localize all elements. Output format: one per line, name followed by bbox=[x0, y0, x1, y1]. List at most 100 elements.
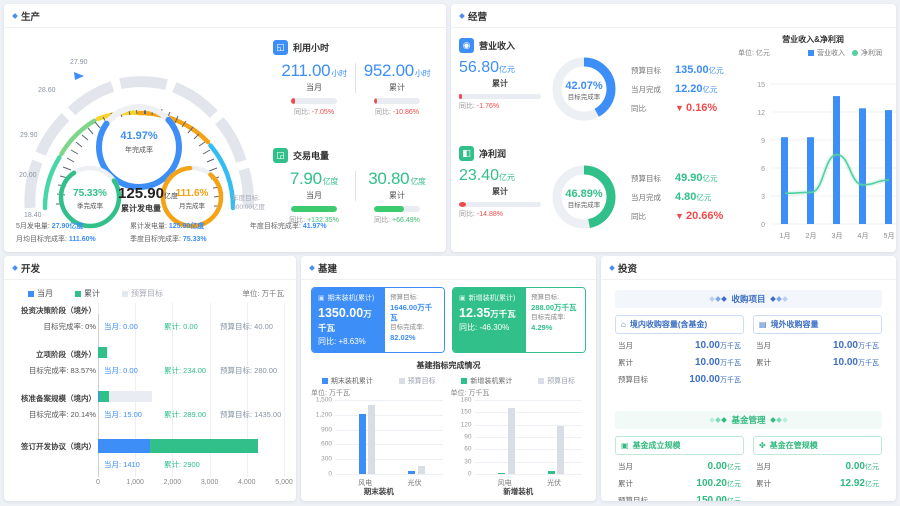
legend-item: 预算目标 bbox=[122, 288, 163, 299]
business-metrics: ◉ 营业收入 56.80亿元 累计 同比: -1.76% bbox=[459, 32, 734, 248]
grid-icon: ▣ bbox=[459, 294, 466, 302]
grid-icon: ▣ bbox=[318, 294, 325, 302]
infrastructure-body: ▣期末装机(累计) 1350.00万千瓦 同比: +8.63% 预算目标: 16… bbox=[301, 280, 596, 501]
kpi-month-unit: 小时 bbox=[331, 69, 346, 78]
row-target: 预算目标: 280.00 bbox=[220, 365, 277, 376]
kpi-total-unit: 亿度 bbox=[410, 177, 425, 186]
table-row: 累计12.92亿元 bbox=[753, 478, 882, 489]
gauge-center-unit: 亿度 bbox=[164, 191, 178, 200]
chart-installed-capacity: 单位: 万千瓦 1,500 1,200 900 600 300 0 bbox=[309, 388, 449, 496]
row-bars bbox=[98, 347, 284, 358]
kpi-total-yoy: 同比: -10.86% bbox=[362, 107, 432, 117]
kpi-total-value: 30.80 bbox=[368, 169, 409, 188]
card-head: ▣基金成立规模 bbox=[615, 436, 744, 455]
table-row: 累计100.20亿元 bbox=[615, 478, 744, 489]
row-bars bbox=[98, 391, 284, 402]
revenue-donut-pct: 42.07% bbox=[565, 80, 603, 92]
investment-title: 投资 bbox=[618, 261, 637, 275]
card-development: 开发 当月 累计 预算目标 单位: 万千瓦 bbox=[4, 256, 296, 501]
revenue-donut-label: 目标完成率 bbox=[568, 92, 601, 101]
revenue-total-value: 56.80 bbox=[459, 59, 499, 76]
legend-item: 当月 bbox=[28, 288, 53, 299]
diamond-icon bbox=[771, 297, 787, 301]
kpi-total-value: 952.00 bbox=[364, 61, 414, 80]
kpi-month-bar bbox=[291, 98, 337, 104]
development-header: 开发 bbox=[4, 256, 296, 280]
investment-body: 收购项目 ⌂境内收购容量(含基金) 当月10.00万千瓦 累计10.00万千瓦 … bbox=[601, 280, 896, 501]
card-value: 12.35 bbox=[459, 306, 490, 320]
gauge-month-rate-label: 月完成率 bbox=[179, 201, 206, 210]
svg-text:4月: 4月 bbox=[858, 232, 869, 240]
kpi-month-label: 当月 bbox=[279, 190, 349, 201]
kpi-month: 211.00小时 当月 同比: -7.05% bbox=[273, 61, 355, 117]
card-head: ▤境外收购容量 bbox=[753, 315, 882, 334]
row-rate: 目标完成率: 20.14% bbox=[12, 409, 96, 420]
svg-text:3月: 3月 bbox=[832, 232, 843, 240]
row-target: 预算目标: 40.00 bbox=[220, 321, 273, 332]
diamond-icon bbox=[771, 418, 787, 422]
revenue-donut: 42.07% 目标完成率 bbox=[541, 38, 627, 140]
diamond-icon bbox=[710, 297, 726, 301]
legend-item: 期末装机累计 bbox=[322, 376, 373, 386]
row-month: 当月: 0.00 bbox=[104, 365, 138, 376]
table-row: 同比▼ 0.16% bbox=[631, 102, 734, 114]
kpi-month-label: 当月 bbox=[279, 82, 349, 93]
revenue-yoy: 同比: -1.76% bbox=[459, 101, 541, 111]
revenue-profit-chart-svg: 15129 630 bbox=[736, 54, 896, 252]
gauge-center-label: 累计发电量 bbox=[121, 203, 161, 213]
row-name: 签订开发协议（境内） bbox=[12, 441, 96, 452]
gauge-svg: 27.90 28.60 29.90 20.00 18.40 41.97% 年完成… bbox=[12, 32, 267, 232]
svg-text:1月: 1月 bbox=[780, 232, 791, 240]
profit-icon: ◧ bbox=[459, 146, 474, 161]
profit-yoy: 同比: -14.88% bbox=[459, 209, 541, 219]
row-bars bbox=[98, 303, 284, 314]
table-row: 累计10.00万千瓦 bbox=[615, 357, 744, 368]
row-name: 投资决策阶段（境外） bbox=[12, 305, 96, 316]
investment-header: 投资 bbox=[601, 256, 896, 280]
kpi-total: 30.80亿度 累计 同比: +66.49% bbox=[356, 169, 438, 225]
card-side: 预算目标: 288.00万千瓦 目标完成率: 4.29% bbox=[526, 288, 585, 352]
card-infrastructure: 基建 ▣期末装机(累计) 1350.00万千瓦 同比: +8.63% 预算目标:… bbox=[301, 256, 596, 501]
revenue-bar bbox=[459, 94, 541, 99]
chart-plot: 1,500 1,200 900 600 300 0 风电 光伏 bbox=[335, 400, 443, 474]
svg-text:12: 12 bbox=[757, 110, 765, 117]
chart-plot: 180 150 120 90 60 30 0 风电 光伏 bbox=[475, 400, 583, 474]
business-block-revenue: ◉ 营业收入 56.80亿元 累计 同比: -1.76% bbox=[459, 32, 734, 140]
production-footnotes: 5月发电量: 27.90亿度 累计发电量: 125.90亿度 年度目标完成率: … bbox=[16, 220, 327, 246]
gauge-month-rate: 111.6% bbox=[176, 188, 209, 199]
infrastructure-charts: 单位: 万千瓦 1,500 1,200 900 600 300 0 bbox=[309, 388, 588, 496]
row-total: 累计: 2900 bbox=[164, 459, 200, 470]
bank-icon: ⌂ bbox=[621, 320, 626, 329]
table-row: 预算目标100.00万千瓦 bbox=[615, 374, 744, 385]
kpi-total-label: 累计 bbox=[362, 190, 432, 201]
chart-caption: 新增装机 bbox=[449, 486, 589, 497]
gauge-center-value: 125.90 bbox=[118, 185, 164, 202]
business-header: 经营 bbox=[451, 4, 896, 28]
svg-text:6: 6 bbox=[761, 166, 765, 173]
revenue-summary: ◉ 营业收入 56.80亿元 累计 同比: -1.76% bbox=[459, 38, 541, 140]
row-total: 累计: 234.00 bbox=[164, 365, 206, 376]
kpi-title: 利用小时 bbox=[293, 41, 329, 54]
kpi-total-unit: 小时 bbox=[415, 69, 430, 78]
investment-card-fund-established: ▣基金成立规模 当月0.00亿元 累计100.20亿元 预算目标150.00亿元 bbox=[615, 436, 744, 501]
profit-summary: ◧ 净利润 23.40亿元 累计 同比: -14.88% bbox=[459, 146, 541, 248]
profit-donut-pct: 46.89% bbox=[565, 188, 603, 200]
business-body: ◉ 营业收入 56.80亿元 累计 同比: -1.76% bbox=[451, 28, 896, 252]
kpi-month-yoy: 同比: -7.05% bbox=[279, 107, 349, 117]
power-trade-icon: ◲ bbox=[273, 148, 288, 163]
table-row: 当月完成4.80亿元 bbox=[631, 191, 734, 203]
svg-text:5月: 5月 bbox=[884, 232, 895, 240]
svg-text:3: 3 bbox=[761, 194, 765, 201]
bullet-icon bbox=[459, 13, 465, 19]
gauge-scale-2: 29.90 bbox=[20, 132, 38, 139]
diamond-icon bbox=[710, 418, 726, 422]
kpi-total-bar bbox=[374, 206, 420, 212]
card-tag: 新增装机(累计) bbox=[469, 293, 516, 303]
block-title: 营业收入 bbox=[479, 39, 515, 52]
gauge-scale-0: 27.90 bbox=[70, 59, 88, 66]
section-band: 基金管理 bbox=[615, 411, 882, 429]
kpi-month-bar bbox=[291, 206, 337, 212]
development-x-axis: 0 1,000 2,000 3,000 4,000 5,000 bbox=[98, 479, 284, 491]
gauge-quarter-rate-label: 季完成率 bbox=[77, 201, 104, 210]
bullet-icon bbox=[309, 265, 315, 271]
